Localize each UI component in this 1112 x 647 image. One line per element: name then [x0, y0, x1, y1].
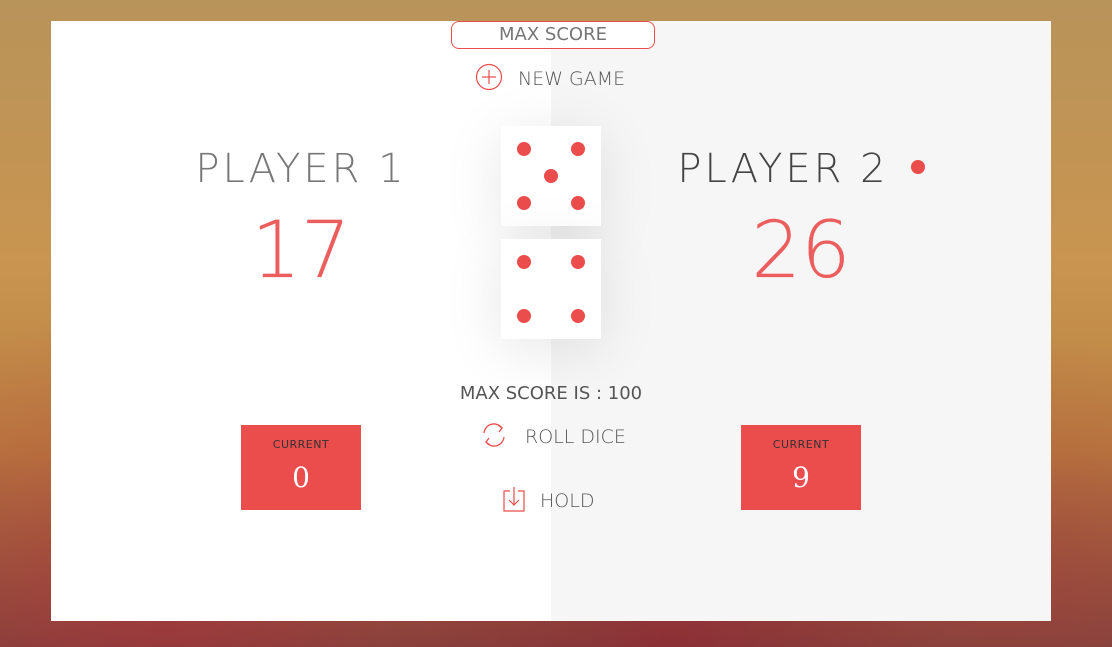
- dice-1-pip: [571, 196, 585, 210]
- new-game-label: NEW GAME: [518, 68, 626, 90]
- plus-circle-icon: [475, 63, 503, 96]
- player-1-panel: PLAYER 1 17 CURRENT 0: [51, 21, 551, 621]
- download-icon: [503, 486, 525, 517]
- player-2-score-value: 26: [751, 206, 851, 296]
- player-2-score: 26: [551, 206, 1051, 296]
- dice-2-pip: [517, 309, 531, 323]
- player-1-score: 17: [51, 206, 551, 296]
- player-2-name-row: PLAYER 2: [551, 146, 1051, 192]
- active-player-indicator: [910, 160, 925, 174]
- new-game-button[interactable]: NEW GAME: [475, 63, 626, 96]
- dice-2-pip: [517, 255, 531, 269]
- player-1-score-value: 17: [251, 206, 351, 296]
- dice-1-pip: [517, 196, 531, 210]
- roll-dice-label: ROLL DICE: [525, 426, 626, 448]
- dice-1-pip: [517, 142, 531, 156]
- dice-2-pip: [571, 309, 585, 323]
- dice-2: [501, 239, 601, 339]
- player-1-current-box: CURRENT 0: [241, 425, 361, 510]
- dice-1-pip: [571, 142, 585, 156]
- player-2-current-score: 9: [792, 461, 810, 494]
- dice-1-pip: [544, 169, 558, 183]
- dice-2-pip: [571, 255, 585, 269]
- player-2-name: PLAYER 2: [677, 146, 889, 192]
- player-1-name: PLAYER 1: [195, 146, 407, 192]
- player-1-current-label: CURRENT: [272, 438, 330, 451]
- player-1-current-score: 0: [292, 461, 310, 494]
- hold-button[interactable]: HOLD: [503, 486, 595, 517]
- player-2-current-label: CURRENT: [772, 438, 830, 451]
- hold-label: HOLD: [540, 490, 595, 512]
- max-score-label: MAX SCORE IS : 100: [459, 383, 643, 404]
- player-2-panel: PLAYER 2 26 CURRENT 9: [551, 21, 1051, 621]
- dice-1: [501, 126, 601, 226]
- game-board: PLAYER 1 17 CURRENT 0 PLAYER 2 26 CURREN…: [51, 21, 1051, 621]
- roll-dice-button[interactable]: ROLL DICE: [478, 421, 626, 453]
- max-score-input[interactable]: [451, 21, 655, 49]
- refresh-icon: [478, 419, 510, 456]
- player-2-current-box: CURRENT 9: [741, 425, 861, 510]
